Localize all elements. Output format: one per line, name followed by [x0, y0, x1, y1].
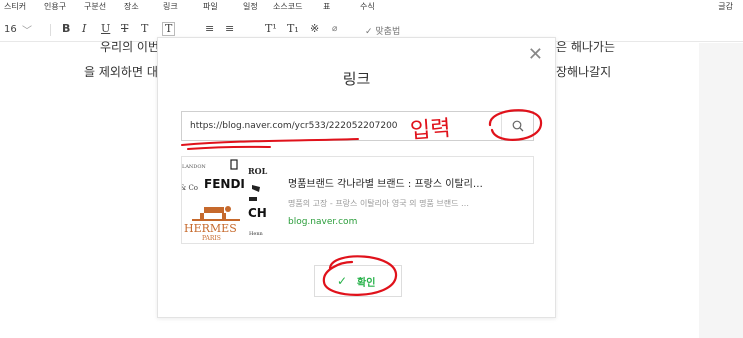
menu-materials[interactable]: 글감 [718, 2, 733, 12]
menu-file[interactable]: 파일 [203, 2, 218, 12]
thumb-label-henn: Henn [249, 231, 264, 237]
menu-source-code[interactable]: 소스코드 [273, 2, 302, 12]
confirm-button[interactable]: ✓ 확인 [314, 265, 402, 297]
dialog-title: 링크 [342, 70, 371, 88]
editor-screen: 스티커 인용구 구분선 장소 링크 파일 일정 소스코드 표 수식 글감 16 … [0, 0, 743, 338]
close-icon[interactable]: ✕ [528, 44, 543, 65]
confirm-label: 확인 [357, 278, 376, 289]
link-icon[interactable]: ⌀ [332, 24, 337, 34]
thumb-label-hermes: HERMES [184, 222, 237, 235]
search-icon [512, 120, 524, 132]
thumb-label-co: & Co [182, 184, 198, 192]
menu-link[interactable]: 링크 [163, 2, 178, 12]
body-text-line1-left: 우리의 이번 [100, 40, 160, 54]
thumb-label-paris: PARIS [202, 235, 221, 242]
bold-button[interactable]: B [62, 22, 70, 35]
menu-schedule[interactable]: 일정 [243, 2, 258, 12]
body-text-line1-right: 은 해나가는 [556, 40, 616, 54]
url-field [181, 111, 534, 141]
link-preview-card[interactable]: LANDON FENDI & Co ROL CH HERME [181, 156, 534, 244]
menu-sticker[interactable]: 스티커 [4, 2, 26, 12]
font-size-select[interactable]: 16 [4, 24, 17, 35]
superscript-button[interactable]: T¹ [265, 22, 277, 35]
underline-button[interactable]: U [101, 22, 110, 35]
url-input[interactable] [182, 112, 500, 140]
preview-domain: blog.naver.com [288, 217, 358, 227]
thumb-label-ch: CH [248, 206, 267, 220]
align-left-button[interactable]: ≡ [205, 22, 214, 35]
body-text-line2-left: 을 제외하면 대 [84, 65, 158, 79]
strikethrough-button[interactable]: T [121, 22, 128, 35]
chevron-down-icon[interactable]: ﹀ [22, 22, 32, 37]
align-center-button[interactable]: ≡ [225, 22, 234, 35]
menu-place[interactable]: 장소 [124, 2, 139, 12]
insert-menubar: 스티커 인용구 구분선 장소 링크 파일 일정 소스코드 표 수식 글감 [0, 0, 743, 16]
search-button[interactable] [501, 112, 533, 140]
text-color-button[interactable]: T [141, 22, 148, 35]
spellcheck-button[interactable]: ✓ 맞춤법 [365, 24, 400, 37]
menu-divider[interactable]: 구분선 [84, 2, 106, 12]
menu-formula[interactable]: 수식 [360, 2, 375, 12]
thumb-label-landon: LANDON [182, 164, 206, 170]
brand-logos-image: LANDON FENDI & Co ROL CH HERME [182, 157, 268, 243]
thumb-label-fendi: FENDI [204, 177, 245, 191]
preview-thumbnail: LANDON FENDI & Co ROL CH HERME [182, 157, 268, 243]
italic-button[interactable]: I [82, 22, 86, 35]
preview-description: 명품의 고장 - 프랑스 이탈리아 영국 의 명품 브랜드 … [288, 199, 469, 208]
menu-table[interactable]: 표 [323, 2, 330, 12]
body-text-line2-right: 장해나갈지 [556, 65, 612, 79]
link-dialog: ✕ 링크 LANDON FENDI & Co ROL [157, 37, 556, 318]
toolbar-divider [50, 24, 51, 36]
special-char-button[interactable]: ※ [310, 22, 319, 35]
preview-title: 명품브랜드 각나라별 브랜드 : 프랑스 이탈리… [288, 179, 483, 190]
subscript-button[interactable]: T₁ [287, 22, 299, 35]
thumb-label-rol: ROL [248, 166, 268, 176]
menu-quote[interactable]: 인용구 [44, 2, 66, 12]
background-color-button[interactable]: T [162, 22, 176, 36]
check-icon: ✓ [337, 274, 348, 288]
right-side-panel [699, 43, 743, 338]
